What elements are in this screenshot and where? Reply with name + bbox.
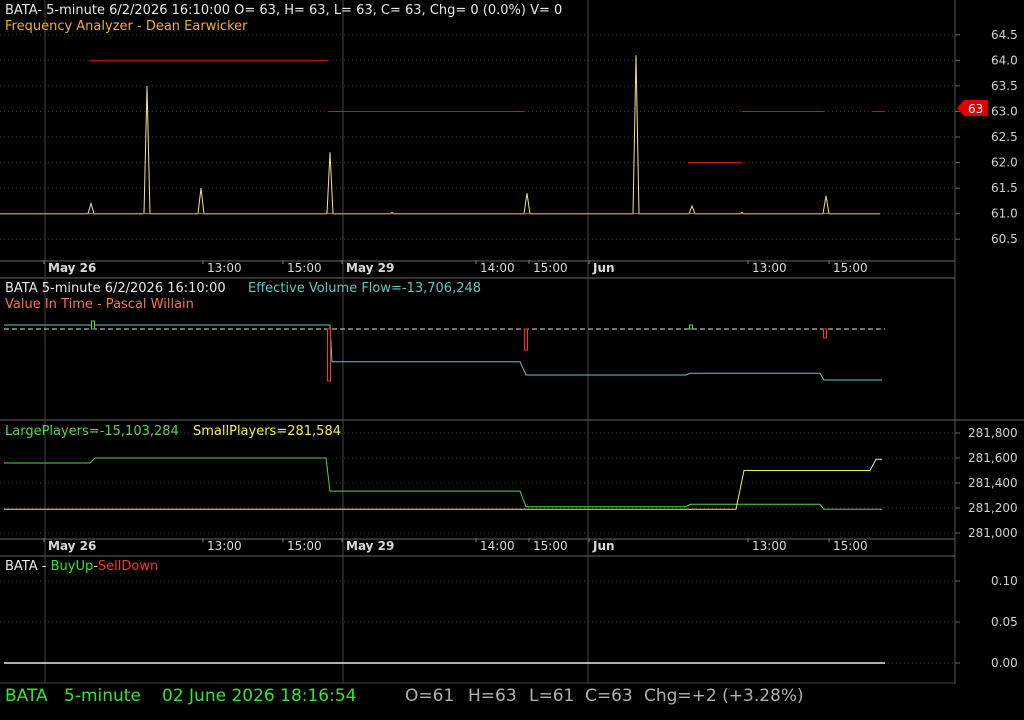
panel3-x-tick-label: May 26 [48, 539, 96, 553]
panel3-y-tick-label: 281,600 [968, 451, 1018, 465]
panel4-prefix: BATA - [5, 559, 51, 574]
panel1-x-tick-label: Jun [592, 261, 615, 275]
buyup-label: BuyUp [51, 559, 94, 574]
panel3-y-tick-label: 281,200 [968, 501, 1018, 515]
panel1-x-tick-label: 13:00 [752, 261, 787, 275]
status-bar: BATA 5-minute 02 June 2026 18:16:54 O=61… [0, 684, 1024, 720]
panel1-x-tick-label: 14:00 [480, 261, 515, 275]
daily-flow-bar [91, 320, 95, 330]
panel1-y-tick-label: 63.5 [991, 79, 1018, 93]
large-players-line [4, 457, 882, 510]
panel3-x-tick-label: 15:00 [533, 539, 568, 553]
panel1-y-tick-label: 64.0 [991, 53, 1018, 67]
small-players-value: SmallPlayers=281,584 [193, 424, 341, 439]
panel1-y-tick-label: 61.0 [991, 207, 1018, 221]
panel1-indicator-name: Frequency Analyzer - Dean Earwicker [5, 19, 248, 34]
panel2-header: BATA 5-minute 6/2/2026 16:10:00 [5, 281, 226, 296]
chart-canvas: 64.5 64.0 63.5 63.0 62.5 62.0 61.5 61.0 60.5 May … [0, 0, 1024, 684]
panel1-x-tick-label: 15:00 [833, 261, 868, 275]
level-lines [90, 59, 885, 164]
panel1-x-tick-label: May 26 [48, 261, 96, 275]
panel3-x-tick-label: 15:00 [287, 539, 322, 553]
frequency-analyzer-line [0, 55, 880, 215]
panel1-x-tick-label: 15:00 [533, 261, 568, 275]
panel1-y-tick-label: 60.5 [991, 232, 1018, 246]
panel1-header: BATA- 5-minute 6/2/2026 16:10:00 O= 63, … [5, 3, 562, 18]
panel3-x-tick-label: 15:00 [833, 539, 868, 553]
daily-flow-bar [524, 328, 528, 351]
panel3-x-tick-label: 13:00 [752, 539, 787, 553]
panel1-y-tick-label: 62.5 [991, 130, 1018, 144]
large-players-value: LargePlayers=-15,103,284 [5, 424, 179, 439]
panel3-x-tick-label: May 29 [346, 539, 394, 553]
panel1-x-tick-label: May 29 [346, 261, 394, 275]
status-symbol: BATA [5, 686, 48, 706]
panel2-flow-value: Effective Volume Flow=-13,706,248 [248, 281, 481, 296]
panel3-x-tick-label: Jun [592, 539, 615, 553]
panel1-y-tick-label: 64.5 [991, 28, 1018, 42]
panel3-y-tick-label: 281,400 [968, 476, 1018, 490]
panel4-y-tick-label: 0.10 [991, 574, 1018, 588]
status-open: O=61 [405, 686, 455, 706]
status-change: Chg=+2 (+3.28%) [644, 686, 804, 706]
selldown-label: SellDown [98, 559, 158, 574]
panel2-indicator-name: Value In Time - Pascal Willain [5, 297, 194, 312]
status-high: H=63 [468, 686, 517, 706]
daily-flow-bar [689, 324, 693, 330]
panel3-y-tick-label: 281,000 [968, 526, 1018, 540]
bars-layer [91, 320, 827, 382]
daily-flow-bar [823, 328, 827, 339]
status-interval: 5-minute [64, 686, 141, 706]
axis-layer: 64.5 64.0 63.5 63.0 62.5 62.0 61.5 61.0 60.5 May … [43, 28, 1018, 670]
status-low: L=61 [529, 686, 575, 706]
daily-flow-bar [327, 328, 331, 382]
panel4-y-tick-label: 0.05 [991, 615, 1018, 629]
panel3-x-tick-label: 13:00 [207, 539, 242, 553]
panel1-x-tick-label: 15:00 [287, 261, 322, 275]
panel1-y-tick-label: 61.5 [991, 181, 1018, 195]
panel4-y-tick-label: 0.00 [991, 656, 1018, 670]
status-close: C=63 [585, 686, 633, 706]
panel3-x-tick-label: 14:00 [480, 539, 515, 553]
price-marker-label: 63 [968, 102, 983, 116]
panel1-x-tick-label: 13:00 [207, 261, 242, 275]
panel3-y-tick-label: 281,800 [968, 426, 1018, 440]
grid-layer [0, 0, 955, 683]
panel1-y-tick-label: 62.0 [991, 156, 1018, 170]
small-players-line [4, 458, 882, 510]
status-datetime: 02 June 2026 18:16:54 [162, 686, 357, 706]
effective-volume-flow-line [4, 324, 882, 381]
price-marker: 63 [957, 100, 988, 116]
panel1-y-tick-label: 63.0 [991, 104, 1018, 118]
panel4-header: BATA - BuyUp-SellDown [5, 559, 158, 574]
